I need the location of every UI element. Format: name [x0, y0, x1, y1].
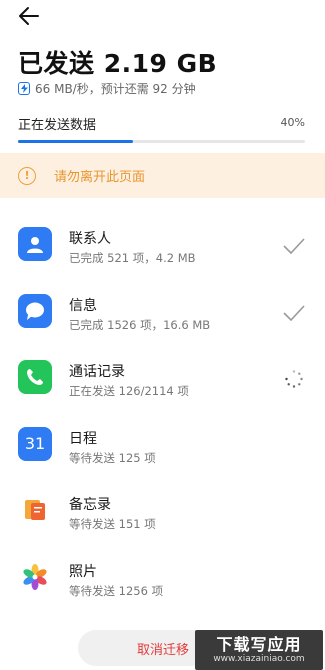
- notes-icon: [18, 493, 52, 527]
- checkmark-icon: [282, 234, 306, 258]
- warning-text: 请勿离开此页面: [54, 170, 146, 185]
- arrow-left-icon: [19, 7, 39, 25]
- list-item: 备忘录 等待发送 151 项: [0, 480, 325, 547]
- item-status: 已完成 1526 项，16.6 MB: [69, 317, 211, 332]
- item-name: 信息: [69, 297, 97, 314]
- warning-banner: ! 请勿离开此页面: [0, 153, 325, 198]
- warning-icon: !: [18, 166, 36, 185]
- watermark-logo: 下载写应用 www.xiazainiao.com: [195, 630, 323, 670]
- back-button[interactable]: [14, 2, 44, 30]
- progress-bar: [18, 140, 305, 143]
- list-item: 31 日程 等待发送 125 项: [0, 414, 325, 481]
- list-item: 联系人 已完成 521 项，4.2 MB: [0, 214, 325, 281]
- item-status: 已完成 521 项，4.2 MB: [69, 251, 196, 265]
- progress-label: 正在发送数据: [18, 118, 97, 133]
- checkmark-icon: [282, 301, 306, 325]
- page-title: 已发送 2.19 GB: [18, 49, 218, 78]
- watermark-line2: www.xiazainiao.com: [213, 653, 305, 664]
- lightning-icon: [18, 82, 30, 95]
- photos-icon: [18, 560, 52, 594]
- watermark-line1: 下载写应用: [216, 634, 302, 654]
- transfer-list: 联系人 已完成 521 项，4.2 MB 信息 已完成 1526 项，16.6 …: [0, 214, 325, 613]
- item-name: 照片: [69, 563, 97, 580]
- messages-icon: [18, 293, 52, 328]
- item-name: 联系人: [69, 231, 111, 247]
- contacts-icon: [18, 227, 52, 261]
- progress-percent: 40%: [280, 116, 305, 129]
- list-item: 通话记录 正在发送 126/2114 项: [0, 347, 325, 414]
- phone-icon: [18, 360, 52, 394]
- speed-row: 66 MB/秒，预计还需 92 分钟: [18, 80, 196, 97]
- item-status: 等待发送 125 项: [69, 450, 156, 465]
- item-status: 等待发送 151 项: [69, 517, 156, 531]
- calendar-icon-text: 31: [24, 434, 46, 453]
- list-item: 信息 已完成 1526 项，16.6 MB: [0, 281, 325, 348]
- item-name: 日程: [69, 430, 97, 447]
- item-name: 备忘录: [69, 497, 111, 513]
- calendar-icon: 31: [18, 426, 52, 461]
- item-status: 正在发送 126/2114 项: [69, 384, 189, 398]
- item-status: 等待发送 1256 项: [69, 583, 164, 598]
- speed-text: 66 MB/秒，预计还需 92 分钟: [35, 82, 196, 96]
- list-item: 照片 等待发送 1256 项: [0, 547, 325, 614]
- loading-spinner-icon: [282, 367, 306, 391]
- progress-bar-fill: [18, 140, 133, 143]
- item-name: 通话记录: [69, 364, 125, 380]
